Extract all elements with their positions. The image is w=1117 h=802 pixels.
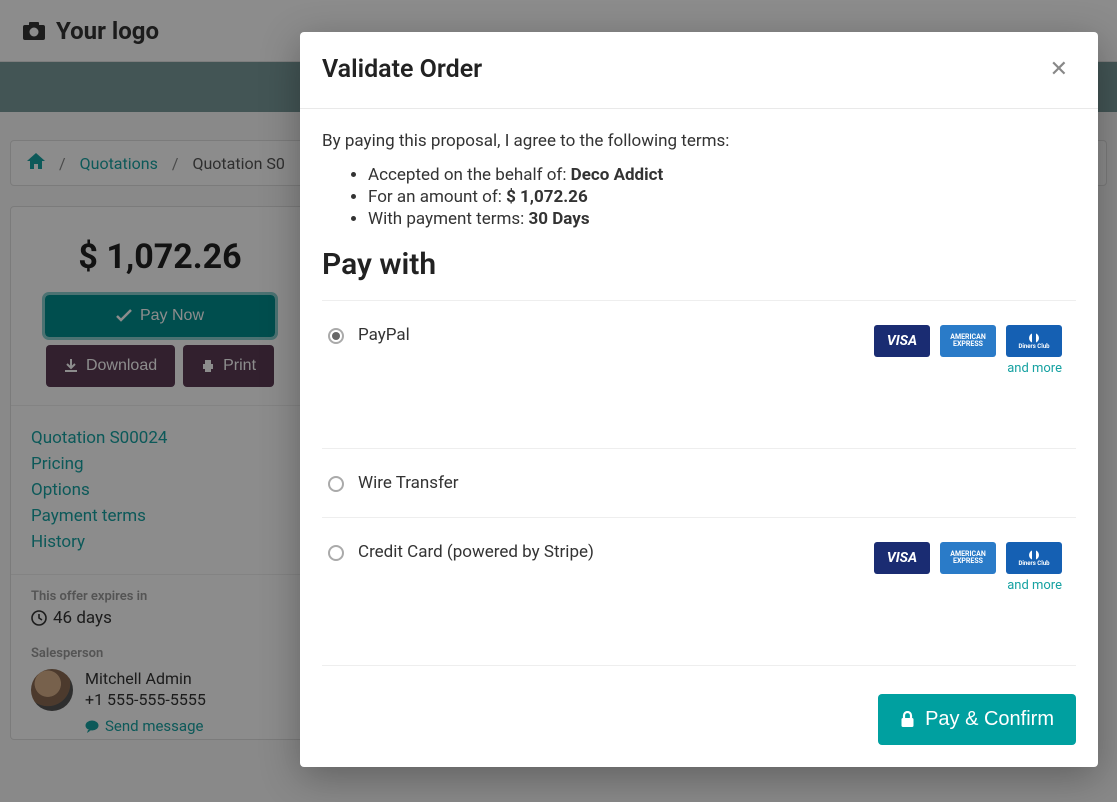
diners-badge: Diners Club (1006, 325, 1062, 357)
modal-footer: Pay & Confirm (300, 676, 1098, 767)
lock-icon (900, 711, 915, 728)
visa-badge: VISA (874, 542, 930, 574)
modal-body: By paying this proposal, I agree to the … (300, 109, 1098, 676)
payment-option-label: PayPal (358, 325, 860, 345)
term-payment-terms: With payment terms: 30 Days (368, 209, 1076, 229)
modal-header: Validate Order ✕ (300, 32, 1098, 109)
amex-badge: AMERICAN EXPRESS (940, 542, 996, 574)
and-more-link[interactable]: and more (1007, 578, 1062, 593)
diners-badge: Diners Club (1006, 542, 1062, 574)
and-more-link[interactable]: and more (1007, 361, 1062, 376)
amex-badge: AMERICAN EXPRESS (940, 325, 996, 357)
payment-option-label: Wire Transfer (358, 473, 1062, 493)
terms-list: Accepted on the behalf of: Deco Addict F… (322, 165, 1076, 229)
radio-paypal[interactable] (328, 328, 344, 344)
payment-option-stripe[interactable]: Credit Card (powered by Stripe) VISA AME… (322, 518, 1076, 666)
term-amount: For an amount of: $ 1,072.26 (368, 187, 1076, 207)
payment-option-paypal[interactable]: PayPal VISA AMERICAN EXPRESS Diners Club… (322, 301, 1076, 449)
pay-with-heading: Pay with (322, 247, 1076, 282)
close-button[interactable]: ✕ (1042, 52, 1076, 86)
visa-badge: VISA (874, 325, 930, 357)
card-badges: VISA AMERICAN EXPRESS Diners Club and mo… (874, 542, 1062, 593)
radio-stripe[interactable] (328, 545, 344, 561)
card-badges: VISA AMERICAN EXPRESS Diners Club and mo… (874, 325, 1062, 376)
modal-title: Validate Order (322, 55, 482, 84)
validate-order-modal: Validate Order ✕ By paying this proposal… (300, 32, 1098, 767)
payment-option-label: Credit Card (powered by Stripe) (358, 542, 860, 562)
term-behalf: Accepted on the behalf of: Deco Addict (368, 165, 1076, 185)
close-icon: ✕ (1050, 56, 1068, 82)
payment-option-wire[interactable]: Wire Transfer (322, 449, 1076, 518)
payment-options: PayPal VISA AMERICAN EXPRESS Diners Club… (322, 300, 1076, 666)
pay-confirm-label: Pay & Confirm (925, 708, 1054, 731)
pay-confirm-button[interactable]: Pay & Confirm (878, 694, 1076, 745)
agree-terms-text: By paying this proposal, I agree to the … (322, 131, 1076, 151)
radio-wire[interactable] (328, 476, 344, 492)
